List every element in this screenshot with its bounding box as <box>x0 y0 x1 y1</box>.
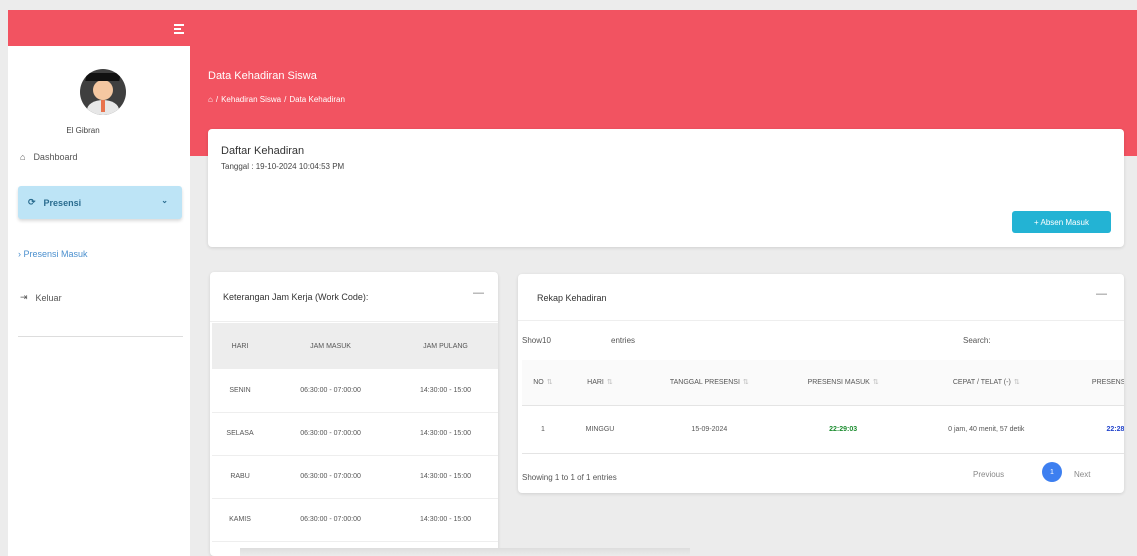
column-header-presensi-masuk[interactable]: PRESENSI MASUK ⇅ <box>782 360 904 406</box>
sidebar-item-presensi[interactable]: ⟳ Presensi ⌄ <box>18 186 182 219</box>
recap-table: NO ⇅ HARI ⇅ TANGGAL PRESENSI ⇅ PRESENSI MAS… <box>522 360 1124 454</box>
table-row: RABU 06:30:00 - 07:00:00 14:30:00 - 15:0… <box>212 455 498 499</box>
home-icon: ⌂ <box>20 152 26 162</box>
breadcrumb-item-data: Data Kehadiran <box>289 95 345 104</box>
cell-tanggal: 15-09-2024 <box>636 405 783 454</box>
avatar <box>80 69 126 115</box>
chevron-down-icon: ⌄ <box>161 196 168 205</box>
cell-jam-pulang: 14:30:00 - 15:00 <box>393 455 498 499</box>
cell-jam-masuk: 06:30:00 - 07:00:00 <box>268 498 394 542</box>
table-row: SELASA 06:30:00 - 07:00:00 14:30:00 - 15… <box>212 412 498 456</box>
sort-icon: ⇅ <box>872 379 879 387</box>
sort-icon: ⇅ <box>546 379 553 387</box>
sidebar-item-presensi-masuk[interactable]: › Presensi Masuk <box>18 249 88 259</box>
cell-jam-pulang: 14:30:00 - 15:00 <box>393 369 498 413</box>
page-title: Data Kehadiran Siswa <box>208 70 317 82</box>
sidebar-item-label: Presensi Masuk <box>23 249 88 259</box>
cell-hari: SELASA <box>212 412 269 456</box>
recap-header: Rekap Kehadiran — <box>518 274 1124 321</box>
cell-no: 1 <box>522 405 564 454</box>
cell-telat: 0 jam, 40 menit, 57 detik <box>903 405 1069 454</box>
cell-jam-masuk: 06:30:00 - 07:00:00 <box>268 412 394 456</box>
sidebar: El Gibran ⌂ Dashboard ⟳ Presensi ⌄ › Pre… <box>8 46 190 556</box>
next-button[interactable]: Next <box>1074 470 1090 479</box>
cell-jam-masuk: 06:30:00 - 07:00:00 <box>268 455 394 499</box>
work-code-table: HARI JAM MASUK JAM PULANG SENIN 06:30:00… <box>212 323 498 542</box>
sort-icon: ⇅ <box>742 379 749 387</box>
sidebar-item-dashboard[interactable]: ⌂ Dashboard <box>20 152 77 162</box>
recap-card: Rekap Kehadiran — Show 10 entries Search… <box>518 274 1124 493</box>
cell-jam-pulang: 14:30:00 - 15:00 <box>393 498 498 542</box>
sidebar-item-label: Dashboard <box>33 152 78 162</box>
work-code-header: Keterangan Jam Kerja (Work Code): — <box>210 272 498 322</box>
recap-title: Rekap Kehadiran <box>537 293 607 303</box>
cell-hari: KAMIS <box>212 498 269 542</box>
previous-button[interactable]: Previous <box>973 470 1004 479</box>
cell-hari: SENIN <box>212 369 269 413</box>
cell-hari: MINGGU <box>563 405 637 454</box>
attendance-title: Daftar Kehadiran <box>221 145 305 157</box>
column-header-hari[interactable]: HARI ⇅ <box>563 360 637 406</box>
top-navbar <box>8 10 1137 46</box>
work-code-card: Keterangan Jam Kerja (Work Code): — HARI… <box>210 272 498 556</box>
cell-jam-pulang: 14:30:00 - 15:00 <box>393 412 498 456</box>
refresh-icon: ⟳ <box>28 197 36 207</box>
column-header-tanggal[interactable]: TANGGAL PRESENSI ⇅ <box>636 360 783 406</box>
column-header-presensi-pulang[interactable]: PRESENSI PU <box>1068 360 1124 406</box>
home-icon[interactable]: ⌂ <box>208 95 213 104</box>
breadcrumb-separator: / <box>284 95 287 104</box>
attendance-card: Daftar Kehadiran Tanggal : 19-10-2024 10… <box>208 129 1124 247</box>
sidebar-divider <box>18 336 183 337</box>
sidebar-item-keluar[interactable]: ⇥ Keluar <box>20 292 62 303</box>
cell-presensi-masuk: 22:29:03 <box>782 405 904 454</box>
table-row: KAMIS 06:30:00 - 07:00:00 14:30:00 - 15:… <box>212 498 498 542</box>
sort-icon: ⇅ <box>1013 379 1020 387</box>
cell-presensi-pulang: 22:28 <box>1068 405 1124 454</box>
work-code-title: Keterangan Jam Kerja (Work Code): <box>223 292 369 302</box>
column-header-hari: HARI <box>212 323 269 369</box>
logout-icon: ⇥ <box>20 292 28 302</box>
hamburger-menu-icon[interactable] <box>174 24 184 36</box>
search-label[interactable]: Search: <box>963 336 991 345</box>
entries-label: entries <box>611 336 636 345</box>
entries-select[interactable]: 10 <box>542 336 551 345</box>
username: El Gibran <box>66 126 100 135</box>
breadcrumb-separator: / <box>215 95 219 104</box>
cell-hari: RABU <box>212 455 269 499</box>
column-header-jam-masuk: JAM MASUK <box>268 323 394 369</box>
page-1-button[interactable]: 1 <box>1042 462 1062 482</box>
sidebar-item-label: Presensi <box>43 197 82 208</box>
breadcrumb-item-kehadiran[interactable]: Kehadiran Siswa <box>221 95 281 104</box>
chevron-right-icon: › <box>18 249 21 259</box>
column-header-telat[interactable]: CEPAT / TELAT (-) ⇅ <box>903 360 1069 406</box>
table-row: SENIN 06:30:00 - 07:00:00 14:30:00 - 15:… <box>212 369 498 413</box>
table-info: Showing 1 to 1 of 1 entries <box>522 473 617 482</box>
sidebar-item-label: Keluar <box>35 292 62 303</box>
attendance-date: Tanggal : 19-10-2024 10:04:53 PM <box>221 162 345 171</box>
column-header-no[interactable]: NO ⇅ <box>522 360 564 406</box>
collapse-button[interactable]: — <box>1096 288 1107 300</box>
cell-jam-masuk: 06:30:00 - 07:00:00 <box>268 369 394 413</box>
collapse-button[interactable]: — <box>473 287 484 299</box>
table-row: 1 MINGGU 15-09-2024 22:29:03 0 jam, 40 m… <box>522 405 1124 454</box>
scroll-shadow <box>240 548 690 556</box>
sort-icon: ⇅ <box>606 379 613 387</box>
column-header-jam-pulang: JAM PULANG <box>393 323 498 369</box>
breadcrumb: ⌂ / Kehadiran Siswa / Data Kehadiran <box>208 95 345 104</box>
show-label: Show <box>522 336 543 345</box>
absen-masuk-button[interactable]: + Absen Masuk <box>1012 211 1111 233</box>
